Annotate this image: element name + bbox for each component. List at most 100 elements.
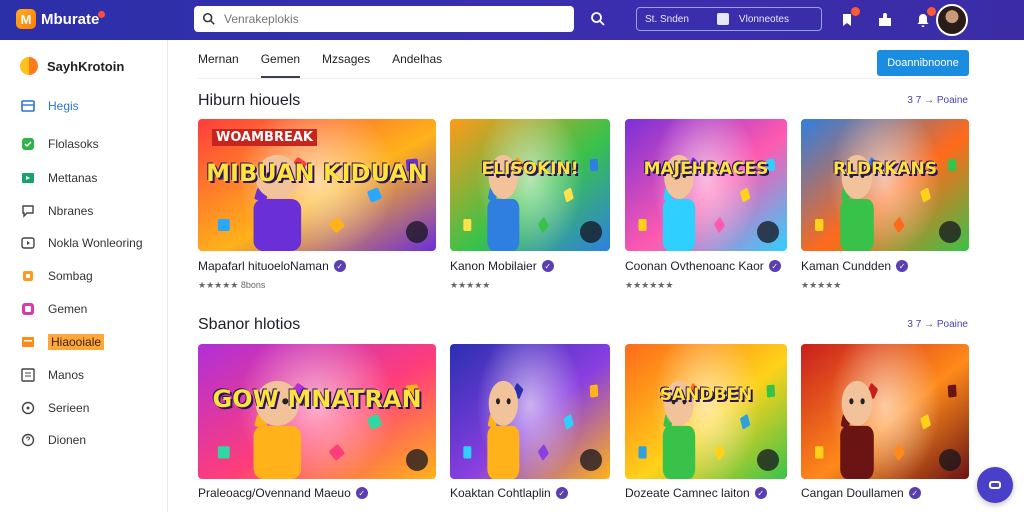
game-art-banner: WOAMBREAK xyxy=(212,129,317,146)
verified-badge-icon: ✓ xyxy=(355,487,368,499)
top-navigation-bar: M Mburate St. Snden Vlonneotes xyxy=(0,0,1024,40)
tab-mernan[interactable]: Mernan xyxy=(198,52,239,78)
game-title: Mapafarl hituoeloNaman xyxy=(198,259,329,273)
sidebar-item-nokla-wonleoring[interactable]: Nokla Wonleoring xyxy=(20,233,143,253)
logo-mark-icon: M xyxy=(16,9,36,29)
game-thumbnail[interactable]: SANDBEN xyxy=(625,344,787,479)
sidebar-item-hegis[interactable]: Hegis xyxy=(20,96,79,116)
game-title-row[interactable]: Dozeate Camnec laiton ✓ xyxy=(625,486,767,500)
sidebar: SayhKrotoin Hegis Flolasoks Mettanas Nbrane… xyxy=(0,40,168,512)
game-rating: ★★★★★★ xyxy=(625,280,674,290)
notification-bell-icon[interactable] xyxy=(912,7,936,31)
sidebar-item-mettanas[interactable]: Mettanas xyxy=(20,168,97,188)
notification-badge xyxy=(927,7,936,16)
stats-bar[interactable]: St. Snden Vlonneotes xyxy=(636,7,822,31)
game-title-row[interactable]: Kanon Mobilaier ✓ xyxy=(450,259,554,273)
logo-text: Mburate xyxy=(41,10,100,28)
game-thumbnail[interactable]: ELISOKIN! xyxy=(450,119,610,251)
sidebar-item-hiaooiale[interactable]: Hiaooiale xyxy=(20,332,105,352)
game-thumbnail[interactable]: RLDRKANS xyxy=(801,119,969,251)
sidebar-item-nbranes[interactable]: Nbranes xyxy=(20,201,93,221)
stats-left-label: St. Snden xyxy=(645,13,689,25)
sidebar-item-label: Flolasoks xyxy=(48,137,99,151)
game-thumbnail[interactable]: MAJEHRACES xyxy=(625,119,787,251)
game-title: Praleoacg/Ovennand Maeuo xyxy=(198,486,351,500)
sidebar-item-label: Hiaooiale xyxy=(48,334,105,350)
play-icon[interactable] xyxy=(939,449,961,471)
game-title: Kanon Mobilaier xyxy=(450,259,537,273)
puzzle-icon xyxy=(20,136,36,152)
video-icon xyxy=(20,235,36,251)
tab-mzsages[interactable]: Mzsages xyxy=(322,52,370,78)
help-icon xyxy=(20,432,36,448)
folder-icon xyxy=(20,334,36,350)
game-title-row[interactable]: Coonan Ovthenoanc Kaor ✓ xyxy=(625,259,781,273)
sidebar-item-dionen[interactable]: Dionen xyxy=(20,430,86,450)
search-input[interactable] xyxy=(224,12,554,26)
search-submit-icon[interactable] xyxy=(590,11,606,27)
play-icon[interactable] xyxy=(580,449,602,471)
game-title-row[interactable]: Kaman Cundden ✓ xyxy=(801,259,909,273)
bookmark-icon[interactable] xyxy=(836,7,860,31)
sidebar-item-manos[interactable]: Manos xyxy=(20,365,84,385)
game-art-title: RLDRKANS xyxy=(833,158,937,179)
sidebar-item-sombag[interactable]: Sombag xyxy=(20,266,93,286)
sidebar-item-label: Gemen xyxy=(48,302,88,316)
tab-bar: Mernan Gemen Mzsages Andelhas xyxy=(198,52,442,78)
chat-icon xyxy=(20,203,36,219)
game-art-title: ELISOKIN! xyxy=(481,158,579,179)
brand-circle-icon xyxy=(20,57,38,75)
sidebar-item-gemen[interactable]: Gemen xyxy=(20,299,87,319)
top-icon-group xyxy=(836,7,936,32)
game-art-title: GOW MNATRAN xyxy=(212,384,422,413)
sidebar-item-label: Nbranes xyxy=(48,204,94,218)
sidebar-header-label: SayhKrotoin xyxy=(47,58,125,74)
game-title-row[interactable]: Mapafarl hituoeloNaman ✓ xyxy=(198,259,346,273)
play-icon[interactable] xyxy=(580,221,602,243)
play-icon[interactable] xyxy=(757,449,779,471)
tab-gemen[interactable]: Gemen xyxy=(260,52,301,78)
game-thumbnail[interactable]: GOW MNATRAN xyxy=(198,344,436,479)
verified-badge-icon: ✓ xyxy=(333,260,346,272)
chat-fab-button[interactable] xyxy=(977,467,1013,503)
game-thumbnail[interactable] xyxy=(801,344,969,479)
game-title-row[interactable]: Cangan Doullamen ✓ xyxy=(801,486,921,500)
play-icon[interactable] xyxy=(757,221,779,243)
game-title: Kaman Cundden xyxy=(801,259,892,273)
section-title: Hiburn hiouels xyxy=(198,92,301,109)
section-see-all-link[interactable]: 3 7 → Poaine xyxy=(907,319,968,330)
game-title-row[interactable]: Praleoacg/Ovennand Maeuo ✓ xyxy=(198,486,368,500)
verified-badge-icon: ✓ xyxy=(555,487,568,499)
tab-andelhas[interactable]: Andelhas xyxy=(392,52,442,78)
play-icon[interactable] xyxy=(406,221,428,243)
verified-badge-icon: ✓ xyxy=(754,487,767,499)
game-art-title: MIBUAN KIDUAN xyxy=(206,158,428,187)
game-art-title: MAJEHRACES xyxy=(643,158,769,179)
search-box[interactable] xyxy=(194,6,574,32)
game-thumbnail[interactable]: MIBUAN KIDUAN WOAMBREAK xyxy=(198,119,436,251)
verified-badge-icon: ✓ xyxy=(541,260,554,272)
search-icon xyxy=(202,12,215,25)
settings-icon xyxy=(20,400,36,416)
gamepad-icon xyxy=(20,170,36,186)
sidebar-item-label: Dionen xyxy=(48,433,87,447)
stats-right-label: Vlonneotes xyxy=(738,13,789,25)
sidebar-item-label: Nokla Wonleoring xyxy=(48,236,143,250)
grid-icon xyxy=(20,98,36,114)
bookmark-badge xyxy=(851,7,860,16)
game-thumbnail[interactable] xyxy=(450,344,610,479)
section-see-all-link[interactable]: 3 7 → Poaine xyxy=(907,95,968,106)
store-icon xyxy=(20,301,36,317)
game-rating: ★★★★★ xyxy=(801,280,842,290)
app-logo[interactable]: M Mburate xyxy=(16,8,106,30)
user-avatar[interactable] xyxy=(936,4,968,36)
puzzle-icon[interactable] xyxy=(874,9,896,31)
play-icon[interactable] xyxy=(406,449,428,471)
primary-action-button[interactable]: Doannibnoone xyxy=(877,50,969,76)
play-icon[interactable] xyxy=(939,221,961,243)
game-title: Koaktan Cohtlaplin xyxy=(450,486,551,500)
sidebar-item-flolasoks[interactable]: Flolasoks xyxy=(20,134,99,154)
sidebar-item-serieen[interactable]: Serieen xyxy=(20,398,89,418)
sidebar-header[interactable]: SayhKrotoin xyxy=(20,57,124,75)
game-title-row[interactable]: Koaktan Cohtlaplin ✓ xyxy=(450,486,568,500)
